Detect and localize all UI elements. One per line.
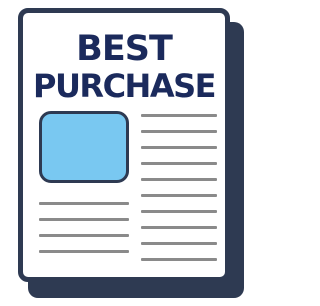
text-line xyxy=(141,258,217,261)
text-line xyxy=(141,114,217,117)
text-line xyxy=(141,210,217,213)
text-line xyxy=(141,162,217,165)
text-line xyxy=(141,146,217,149)
text-line xyxy=(39,218,129,221)
text-line xyxy=(39,250,129,253)
newspaper-document-icon: BEST PURCHASE xyxy=(18,8,230,282)
text-line xyxy=(39,234,129,237)
text-line xyxy=(141,242,217,245)
document-title-line-1: BEST xyxy=(76,29,173,69)
image-placeholder-icon xyxy=(39,111,129,183)
text-line xyxy=(141,178,217,181)
text-line xyxy=(141,226,217,229)
text-line xyxy=(141,130,217,133)
text-line xyxy=(141,194,217,197)
text-line xyxy=(39,202,129,205)
document-title-line-2: PURCHASE xyxy=(32,67,217,105)
